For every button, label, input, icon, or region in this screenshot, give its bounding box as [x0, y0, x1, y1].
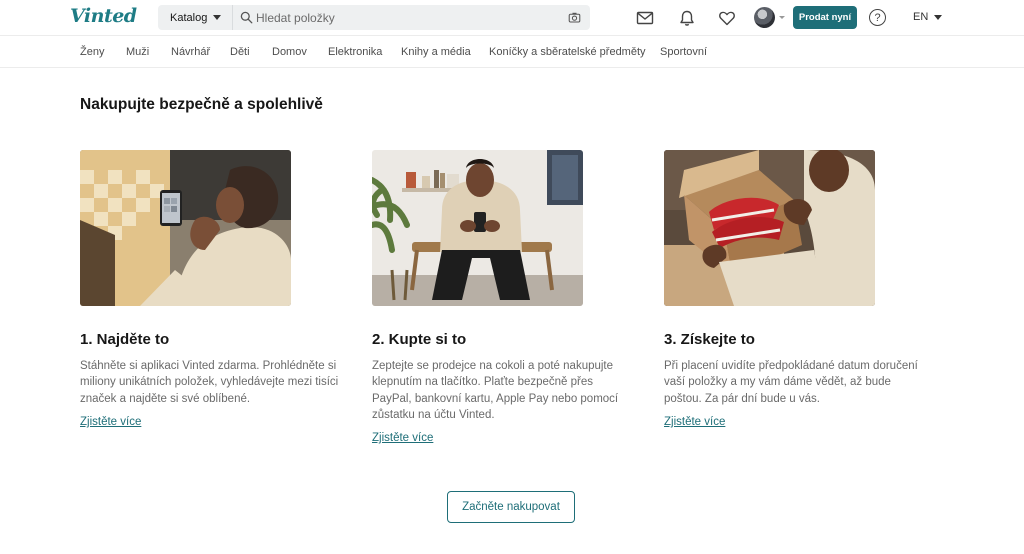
vinted-logo[interactable]: Vinted: [70, 5, 137, 27]
page-title: Nakupujte bezpečně a spolehlivě: [80, 96, 323, 113]
step-3-description: Při placení uvidíte předpokládané datum …: [664, 360, 918, 405]
camera-icon[interactable]: [568, 11, 581, 24]
step-3-title: 3. Získejte to: [664, 331, 755, 348]
language-label: EN: [913, 11, 929, 23]
step-2-description: Zeptejte se prodejce na cokoli a poté na…: [372, 360, 619, 421]
step-2-title: 2. Kupte si to: [372, 331, 467, 348]
buy-it-image: [372, 150, 583, 306]
category-link[interactable]: Elektronika: [328, 46, 382, 58]
catalog-dropdown[interactable]: Katalog: [158, 5, 233, 30]
category-link[interactable]: Návrhář: [171, 46, 210, 58]
heart-icon[interactable]: [718, 9, 736, 27]
bell-icon[interactable]: [678, 9, 696, 27]
help-icon[interactable]: ?: [869, 9, 886, 26]
search-input[interactable]: [256, 8, 556, 27]
user-avatar[interactable]: [754, 7, 775, 28]
category-link[interactable]: Koníčky a sběratelské předměty: [489, 46, 646, 58]
step-2-learn-more-link[interactable]: Zjistěte více: [372, 432, 433, 444]
chevron-down-icon: [934, 14, 943, 20]
mail-icon[interactable]: [636, 9, 654, 27]
search-bar: Katalog: [158, 5, 590, 30]
language-selector[interactable]: EN: [913, 11, 943, 23]
search-icon: [240, 11, 253, 24]
top-header: Vinted Katalog Prodat nyní ? EN: [0, 0, 1024, 36]
step-3-learn-more-link[interactable]: Zjistěte více: [664, 416, 725, 428]
chevron-down-icon: [213, 15, 222, 20]
category-link[interactable]: Domov: [272, 46, 307, 58]
category-link[interactable]: Muži: [126, 46, 149, 58]
step-1-description: Stáhněte si aplikaci Vinted zdarma. Proh…: [80, 360, 339, 405]
catalog-label: Katalog: [170, 11, 208, 24]
category-link[interactable]: Ženy: [80, 46, 104, 58]
find-it-image: [80, 150, 291, 306]
step-1-title: 1. Najděte to: [80, 331, 170, 348]
category-nav: Ženy Muži Návrhář Děti Domov Elektronika…: [0, 36, 1024, 68]
category-link[interactable]: Knihy a média: [401, 46, 471, 58]
sell-now-button[interactable]: Prodat nyní: [793, 6, 857, 29]
category-link[interactable]: Sportovní: [660, 46, 707, 58]
get-it-image: [664, 150, 875, 306]
step-1-learn-more-link[interactable]: Zjistěte více: [80, 416, 141, 428]
start-shopping-button[interactable]: Začněte nakupovat: [447, 491, 575, 523]
chevron-down-icon: [779, 16, 785, 19]
category-link[interactable]: Děti: [230, 46, 250, 58]
